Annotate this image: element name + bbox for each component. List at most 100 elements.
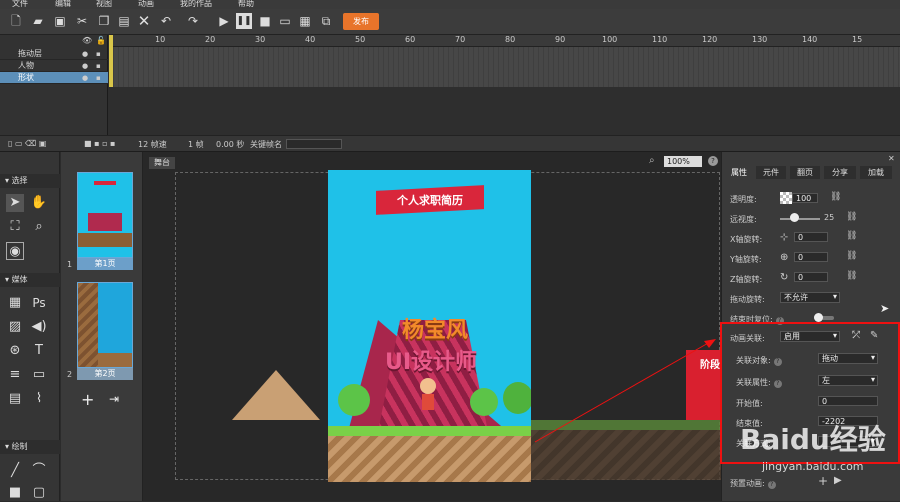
layer-item-selected[interactable]: 形状 ● ▪ (0, 72, 108, 84)
sound-icon[interactable]: ◀) (30, 318, 48, 336)
copy-icon[interactable]: ❐ (96, 13, 112, 29)
layer-item[interactable]: 拖动层 ● ▪ (0, 48, 108, 60)
page-thumbnail-1[interactable] (77, 172, 133, 258)
publish-button[interactable]: 发布 (343, 13, 379, 30)
help-icon[interactable]: ? (767, 481, 776, 489)
pyramid-shape[interactable] (232, 370, 320, 420)
play-button[interactable]: ▶ (216, 13, 232, 29)
playhead[interactable] (109, 35, 113, 87)
chart-icon[interactable]: ⌇ (30, 390, 48, 408)
tab-components[interactable]: 元件 (756, 166, 786, 179)
add-preset-icon[interactable]: + (818, 474, 828, 488)
page-canvas[interactable]: 个人求职简历 杨宝风 UI设计师 (328, 170, 531, 482)
add-page-icon[interactable]: + (81, 390, 94, 409)
save-icon[interactable]: ▣ (52, 13, 68, 29)
z-rotation-input[interactable]: 0 (794, 272, 828, 282)
tab-page-turn[interactable]: 翻页 (790, 166, 820, 179)
redo-icon[interactable]: ↷ (185, 13, 201, 29)
frame-ruler[interactable]: 10 20 30 40 50 60 70 80 90 100 110 120 1… (109, 35, 900, 47)
menu-help[interactable]: 帮助 (238, 0, 254, 9)
name-title[interactable]: 杨宝风 (380, 312, 490, 344)
rectangle-icon[interactable]: ■ (6, 484, 24, 502)
page-label-2[interactable]: 第2页 (77, 368, 133, 380)
preset-anim-label: 预置动画:? (730, 478, 776, 489)
text-tool-icon[interactable]: T (30, 342, 48, 360)
line-icon[interactable]: ╱ (6, 462, 24, 480)
link-icon[interactable]: ⛓ (846, 271, 857, 281)
preview-icon[interactable]: ▭ (277, 13, 293, 29)
frame-tools-icon[interactable]: ■ ▪ ▫ ▪ (84, 139, 115, 148)
link-icon[interactable]: ⛓ (830, 192, 841, 202)
tab-share[interactable]: 分享 (824, 166, 856, 179)
tab-loading[interactable]: 加载 (860, 166, 892, 179)
paste-icon[interactable]: ▤ (116, 13, 132, 29)
export-icon[interactable]: ⧉ (318, 13, 334, 29)
y-rotation-input[interactable]: 0 (794, 252, 828, 262)
stage-tab[interactable]: 舞台 (149, 157, 175, 169)
zoom-select[interactable]: 100% (664, 156, 702, 167)
photoshop-icon[interactable]: Ps (30, 294, 48, 312)
help-icon[interactable]: ? (708, 156, 718, 166)
slider-handle[interactable] (790, 213, 799, 222)
transform-icon[interactable]: ⛶ (6, 218, 24, 236)
lock-icon[interactable]: 🔓 (96, 36, 106, 45)
video-icon[interactable]: ⊛ (6, 342, 24, 360)
pause-button[interactable]: ❚❚ (236, 13, 252, 29)
toggle-knob[interactable] (814, 313, 823, 322)
eye-icon[interactable]: ● (82, 72, 88, 84)
qr-code-icon[interactable]: ▦ (297, 13, 313, 29)
frame-grid[interactable] (109, 47, 900, 87)
page-thumbnail-2[interactable] (77, 282, 133, 368)
lock-icon[interactable]: ▪ (96, 72, 101, 84)
perspective-slider[interactable] (780, 218, 820, 220)
job-title[interactable]: UI设计师 (366, 344, 496, 376)
curve-icon[interactable]: ⌒ (30, 462, 48, 480)
menu-view[interactable]: 视图 (96, 0, 112, 9)
rounded-rect-icon[interactable]: ▢ (30, 484, 48, 502)
menu-file[interactable]: 文件 (12, 0, 28, 9)
undo-icon[interactable]: ↶ (158, 13, 174, 29)
eye-icon[interactable]: ● (82, 60, 88, 72)
menu-animation[interactable]: 动画 (138, 0, 154, 9)
drag-rotation-select[interactable]: 不允许 (780, 292, 840, 303)
section-draw[interactable]: ▾ 绘制 (0, 440, 60, 454)
stop-button[interactable]: ■ (257, 13, 273, 29)
open-folder-icon[interactable]: ▰ (30, 13, 46, 29)
layer-item[interactable]: 人物 ● ▪ (0, 60, 108, 72)
panel-close-icon[interactable]: ✕ (888, 154, 895, 163)
lock-icon[interactable]: ▪ (96, 48, 101, 60)
visibility-icon[interactable]: 👁 (82, 36, 92, 45)
image-icon[interactable]: ▨ (6, 318, 24, 336)
grid-icon[interactable]: ▦ (6, 294, 24, 312)
menu-my-works[interactable]: 我的作品 (180, 0, 212, 9)
menu-edit[interactable]: 编辑 (55, 0, 71, 9)
character-head[interactable] (420, 378, 436, 394)
section-media[interactable]: ▾ 媒体 (0, 273, 60, 287)
tab-properties[interactable]: 属性 (726, 166, 752, 179)
link-icon[interactable]: ⛓ (846, 231, 857, 241)
lock-icon[interactable]: ▪ (96, 60, 101, 72)
list-icon[interactable]: ≡ (6, 366, 24, 384)
character-body[interactable] (422, 394, 434, 410)
zoom-icon[interactable]: ⌕ (30, 218, 48, 236)
comment-icon[interactable]: ▭ (30, 366, 48, 384)
import-page-icon[interactable]: ⇥ (109, 392, 119, 406)
select-arrow-icon[interactable]: ➤ (6, 194, 24, 212)
lasso-icon[interactable]: ✋ (30, 194, 48, 212)
html-icon[interactable]: ▤ (6, 390, 24, 408)
keyframe-name-input[interactable] (286, 139, 342, 149)
stage-fit-icon[interactable]: ◉ (6, 242, 24, 260)
page-label-1[interactable]: 第1页 (77, 258, 133, 270)
link-icon[interactable]: ⛓ (846, 251, 857, 261)
add-layer-icon[interactable]: ▯ ▭ ⌫ ▣ (8, 139, 46, 148)
tick-label: 20 (205, 35, 216, 44)
play-preset-icon[interactable]: ▶ (834, 475, 842, 486)
link-icon[interactable]: ⛓ (846, 212, 857, 222)
section-select[interactable]: ▾ 选择 (0, 174, 60, 188)
eye-icon[interactable]: ● (82, 48, 88, 60)
opacity-input[interactable]: 100 (792, 193, 818, 203)
delete-icon[interactable]: ✕ (136, 13, 152, 29)
new-file-icon[interactable]: 🗋 (8, 13, 24, 29)
cut-icon[interactable]: ✂ (74, 13, 90, 29)
x-rotation-input[interactable]: 0 (794, 232, 828, 242)
